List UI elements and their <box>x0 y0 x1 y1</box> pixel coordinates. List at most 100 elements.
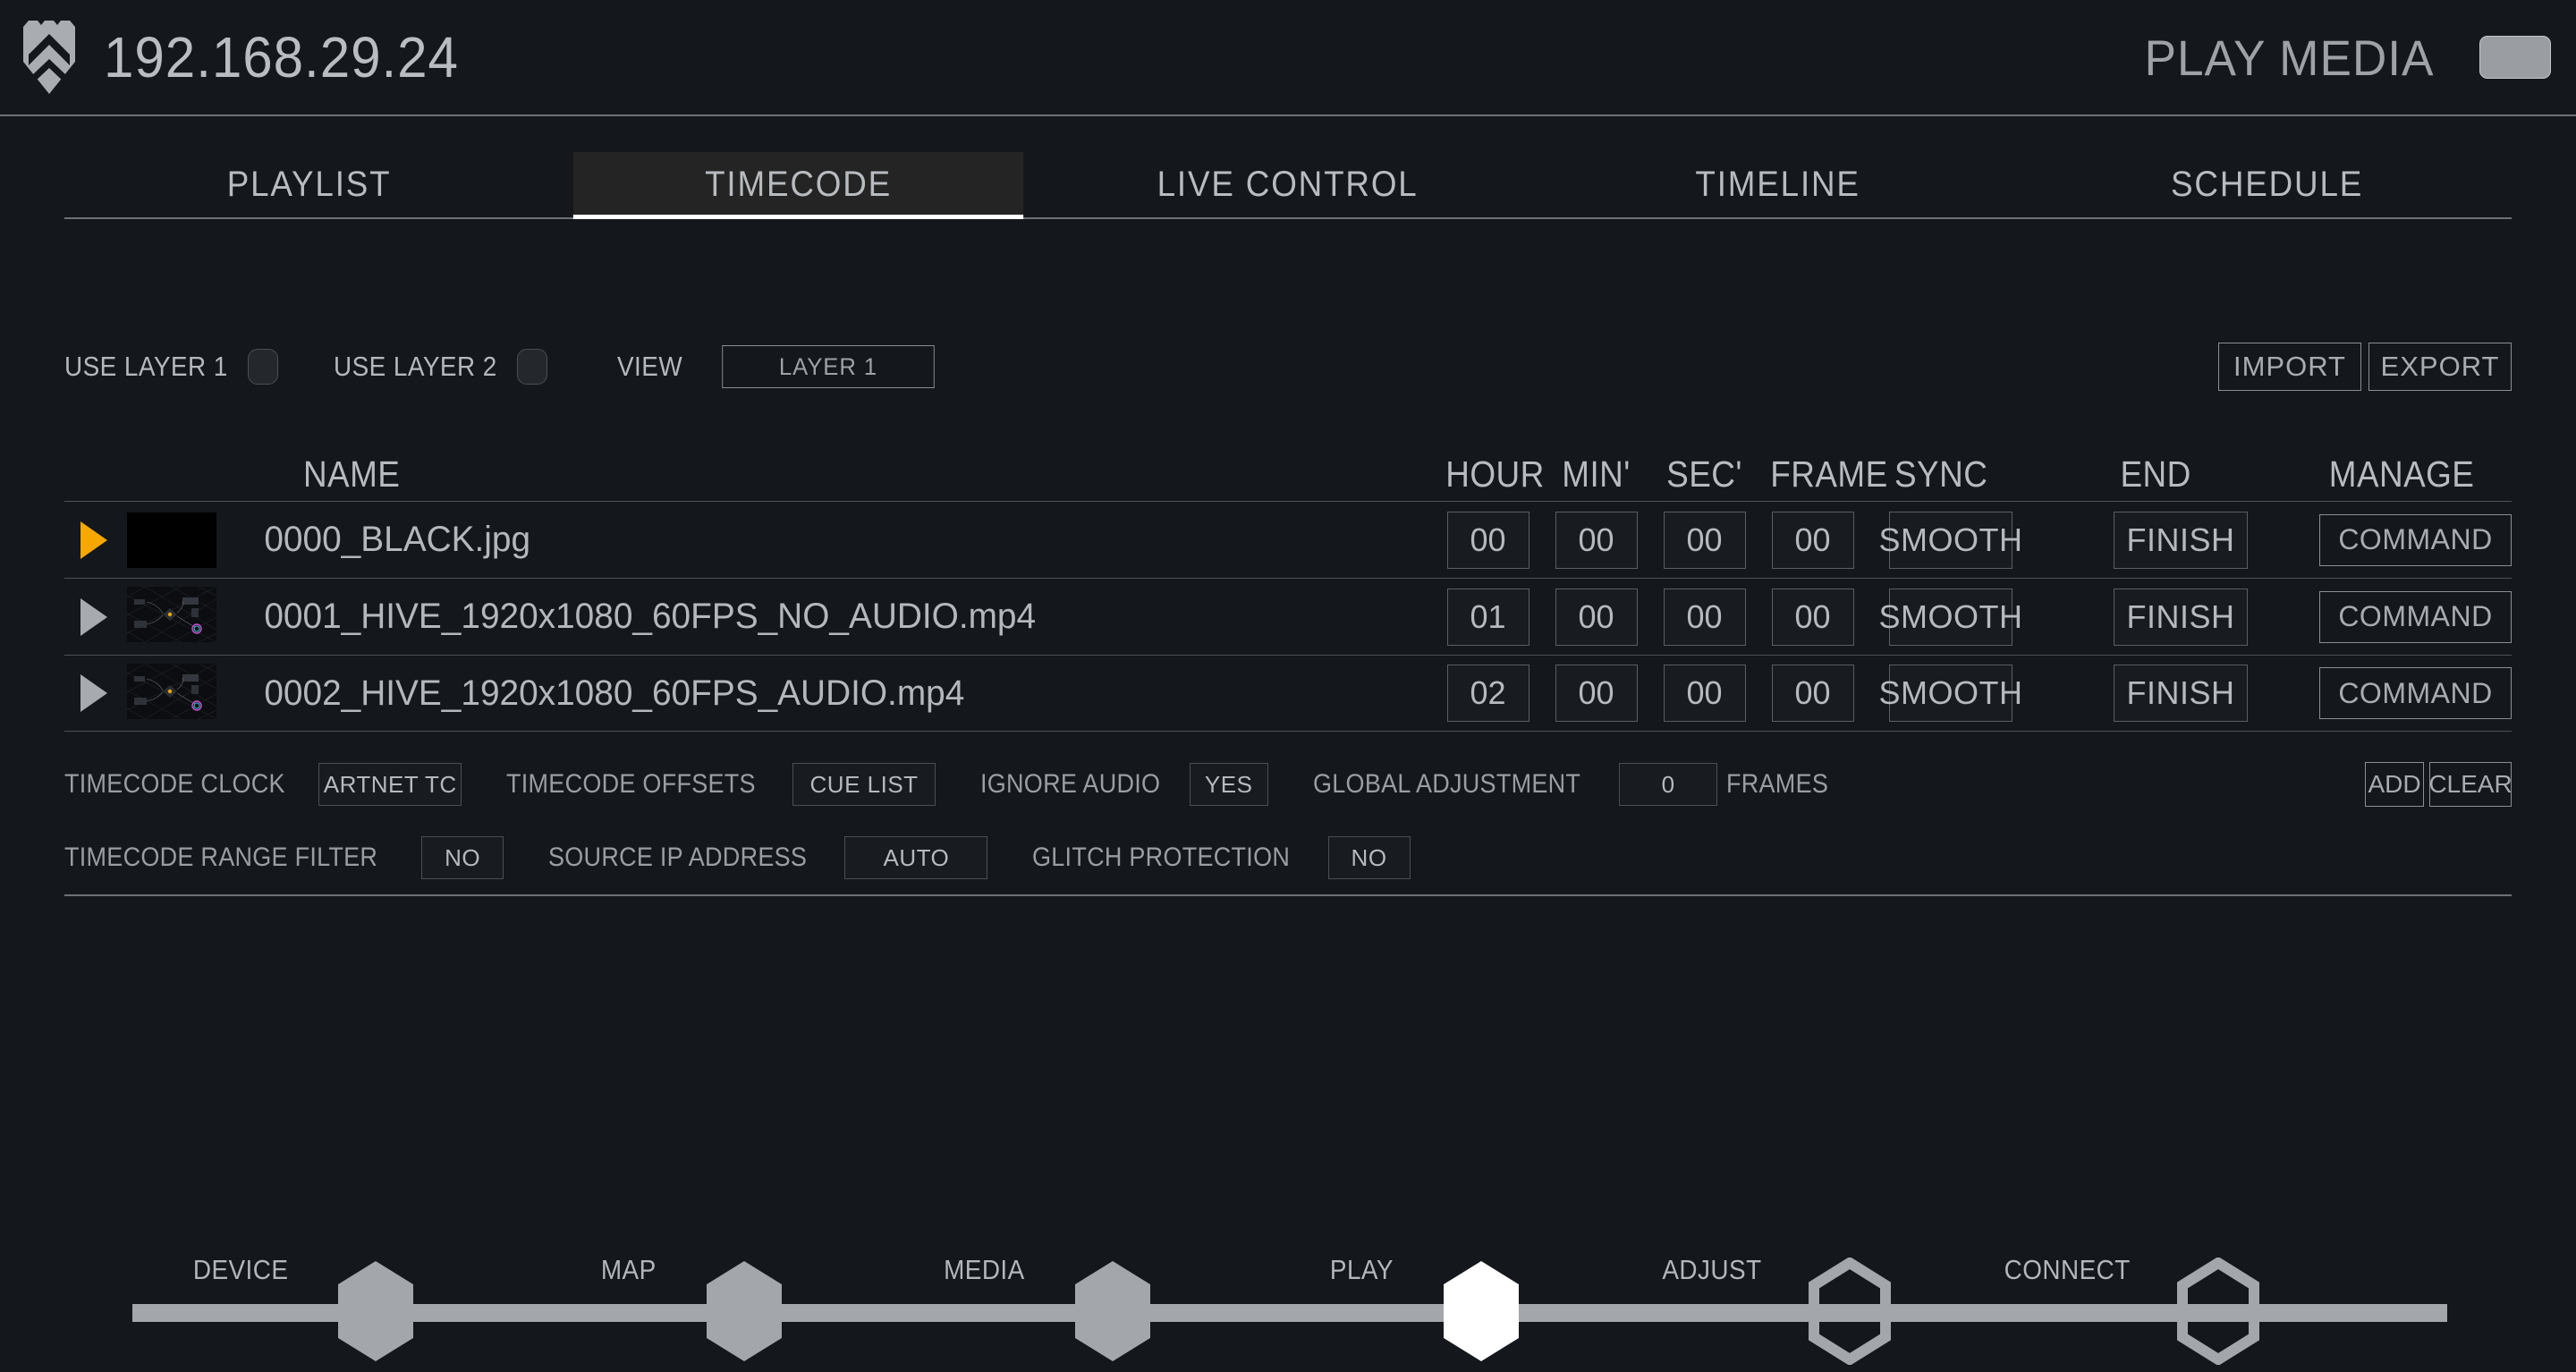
hour-input[interactable]: 01 <box>1446 588 1530 646</box>
sync-select[interactable]: SMOOTH <box>1879 588 2022 646</box>
frame-cell[interactable]: 00 <box>1766 665 1860 722</box>
command-button[interactable]: COMMAND <box>2319 667 2512 719</box>
mode-toggle-button[interactable] <box>2479 36 2551 79</box>
import-button[interactable]: IMPORT <box>2218 343 2361 391</box>
use-layer-2-toggle[interactable] <box>517 349 548 385</box>
column-header-frame: FRAME <box>1770 453 1888 495</box>
sync-select[interactable]: SMOOTH <box>1879 665 2022 722</box>
min-cell[interactable]: 00 <box>1549 665 1643 722</box>
row-play-cell[interactable] <box>64 521 127 559</box>
row-play-cell[interactable] <box>64 597 127 636</box>
range-filter-toggle[interactable]: NO <box>421 836 504 879</box>
manage-cell[interactable]: COMMAND <box>2319 513 2512 566</box>
thumbnail-node-graph <box>126 586 217 643</box>
hour-cell[interactable]: 00 <box>1441 511 1535 569</box>
sync-cell[interactable]: SMOOTH <box>1879 588 2022 646</box>
use-layer-1-toggle[interactable] <box>248 349 279 385</box>
min-input[interactable]: 00 <box>1555 588 1638 646</box>
manage-cell[interactable]: COMMAND <box>2319 667 2512 719</box>
hexagon-filled-icon[interactable] <box>331 1258 420 1365</box>
ignore-audio-toggle[interactable]: YES <box>1189 763 1268 806</box>
global-adjustment-input[interactable]: 0 <box>1619 763 1718 806</box>
sec-cell[interactable]: 00 <box>1657 511 1751 569</box>
frame-input[interactable]: 00 <box>1771 665 1854 722</box>
sec-cell[interactable]: 00 <box>1657 665 1751 722</box>
sync-cell[interactable]: SMOOTH <box>1879 511 2022 569</box>
source-ip-select[interactable]: AUTO <box>844 836 988 879</box>
sec-input[interactable]: 00 <box>1663 665 1746 722</box>
thumbnail-cell <box>126 663 225 724</box>
add-button[interactable]: ADD <box>2365 762 2424 807</box>
tab-playlist[interactable]: PLAYLIST <box>84 152 534 217</box>
view-layer-select[interactable]: LAYER 1 <box>722 345 936 388</box>
table-row[interactable]: 0000_BLACK.jpg 00 00 00 00 SMOOTH FINISH… <box>64 501 2512 578</box>
play-triangle-icon[interactable] <box>80 521 107 559</box>
tab-timecode[interactable]: TIMECODE <box>573 152 1024 219</box>
play-media-timecode-screen: 192.168.29.24 PLAY MEDIA PLAYLIST TIMECO… <box>0 0 2576 1372</box>
hour-input[interactable]: 00 <box>1446 511 1530 569</box>
use-layer-2-label: USE LAYER 2 <box>334 351 497 382</box>
frame-input[interactable]: 00 <box>1771 511 1854 569</box>
sec-cell[interactable]: 00 <box>1657 588 1751 646</box>
min-cell[interactable]: 00 <box>1549 511 1643 569</box>
end-cell[interactable]: FINISH <box>2114 665 2248 722</box>
timecode-offsets-select[interactable]: CUE LIST <box>792 763 936 806</box>
glitch-protection-label: GLITCH PROTECTION <box>1032 843 1291 872</box>
tab-timeline[interactable]: TIMELINE <box>1552 152 2002 217</box>
clear-button[interactable]: CLEAR <box>2428 762 2512 807</box>
row-play-cell[interactable] <box>64 674 127 712</box>
manage-cell[interactable]: COMMAND <box>2319 590 2512 643</box>
end-select[interactable]: FINISH <box>2114 511 2248 569</box>
end-select[interactable]: FINISH <box>2114 665 2248 722</box>
min-input[interactable]: 00 <box>1555 511 1638 569</box>
hexagon-outline-icon[interactable] <box>2174 1258 2263 1365</box>
step-label: CONNECT <box>2004 1254 2131 1285</box>
sync-cell[interactable]: SMOOTH <box>1879 665 2022 722</box>
min-input[interactable]: 00 <box>1555 665 1638 722</box>
tab-live-control[interactable]: LIVE CONTROL <box>1063 152 1513 217</box>
play-triangle-icon[interactable] <box>80 597 107 636</box>
column-header-name: NAME <box>302 453 401 495</box>
end-select[interactable]: FINISH <box>2114 588 2248 646</box>
min-cell[interactable]: 00 <box>1549 588 1643 646</box>
timecode-clock-label: TIMECODE CLOCK <box>64 769 285 799</box>
sec-input[interactable]: 00 <box>1663 511 1746 569</box>
hexagon-filled-icon[interactable] <box>699 1258 789 1365</box>
sync-select[interactable]: SMOOTH <box>1879 511 2022 569</box>
use-layer-1-label: USE LAYER 1 <box>64 351 228 382</box>
timecode-offsets-label: TIMECODE OFFSETS <box>506 769 757 799</box>
play-triangle-icon[interactable] <box>80 674 107 712</box>
tab-schedule[interactable]: SCHEDULE <box>2042 152 2492 217</box>
frame-input[interactable]: 00 <box>1771 588 1854 646</box>
command-button[interactable]: COMMAND <box>2319 590 2512 643</box>
table-row[interactable]: 0002_HIVE_1920x1080_60FPS_AUDIO.mp4 02 0… <box>64 655 2512 732</box>
step-label: MEDIA <box>944 1254 1025 1285</box>
thumbnail-cell <box>127 512 225 568</box>
file-name-cell: 0002_HIVE_1920x1080_60FPS_AUDIO.mp4 <box>225 673 1427 714</box>
hexagon-current-icon[interactable] <box>1436 1258 1526 1365</box>
sec-input[interactable]: 00 <box>1663 588 1746 646</box>
step-label: DEVICE <box>192 1254 288 1285</box>
command-button[interactable]: COMMAND <box>2319 513 2512 566</box>
hour-cell[interactable]: 02 <box>1441 665 1535 722</box>
frame-cell[interactable]: 00 <box>1766 588 1860 646</box>
hour-cell[interactable]: 01 <box>1441 588 1535 646</box>
end-cell[interactable]: FINISH <box>2114 588 2248 646</box>
export-button[interactable]: EXPORT <box>2368 343 2512 391</box>
frame-cell[interactable]: 00 <box>1766 511 1860 569</box>
settings-row-1: TIMECODE CLOCK ARTNET TC TIMECODE OFFSET… <box>64 748 2512 821</box>
column-header-hour: HOUR <box>1445 453 1545 495</box>
hour-input[interactable]: 02 <box>1446 665 1530 722</box>
table-row[interactable]: 0001_HIVE_1920x1080_60FPS_NO_AUDIO.mp4 0… <box>64 578 2512 655</box>
ignore-audio-label: IGNORE AUDIO <box>980 769 1161 799</box>
end-cell[interactable]: FINISH <box>2114 511 2248 569</box>
glitch-protection-toggle[interactable]: NO <box>1327 836 1411 879</box>
options-bar: USE LAYER 1 USE LAYER 2 VIEW LAYER 1 IMP… <box>64 340 2512 394</box>
hexagon-filled-icon[interactable] <box>1068 1258 1157 1365</box>
hexagon-outline-icon[interactable] <box>1805 1258 1894 1365</box>
column-header-sync: SYNC <box>1894 453 1988 495</box>
step-label: ADJUST <box>1662 1254 1762 1285</box>
file-name: 0002_HIVE_1920x1080_60FPS_AUDIO.mp4 <box>264 673 965 713</box>
hive-shield-logo-icon[interactable] <box>20 19 79 96</box>
timecode-clock-select[interactable]: ARTNET TC <box>318 763 462 806</box>
